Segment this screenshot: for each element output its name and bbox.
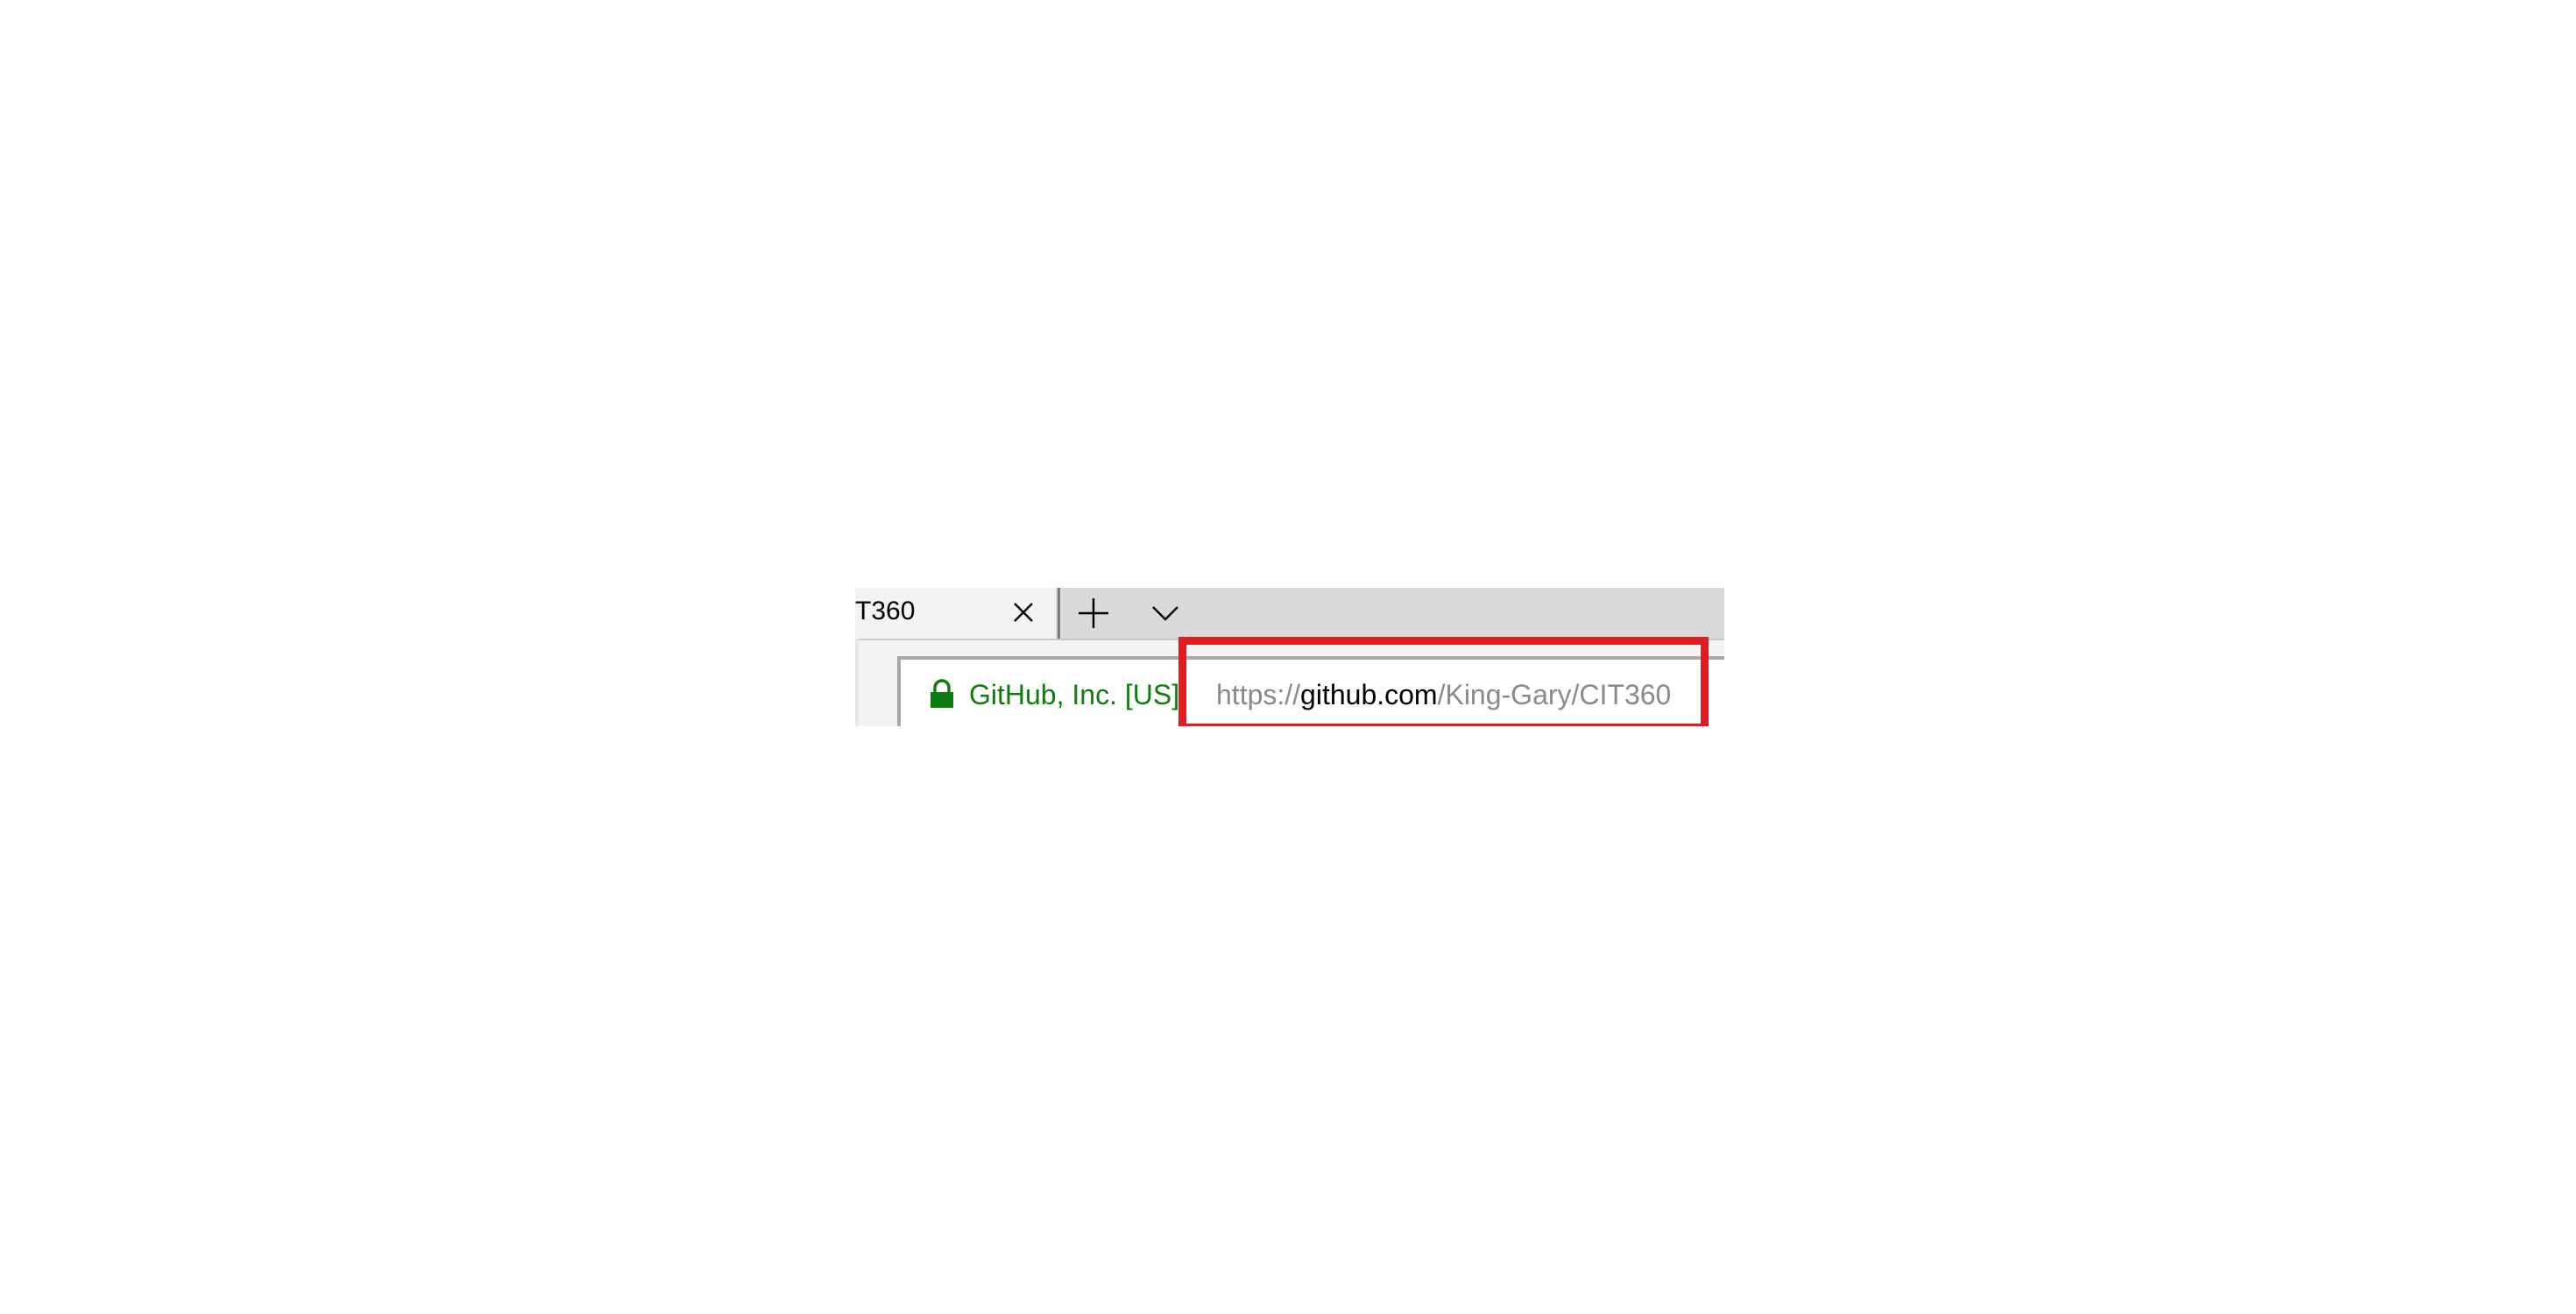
plus-icon[interactable] <box>1074 594 1113 632</box>
chevron-down-icon[interactable] <box>1148 597 1183 632</box>
url-scheme: https:// <box>1216 679 1301 710</box>
toolbar-edge <box>855 639 859 726</box>
url-text[interactable]: https://github.com/King-Gary/CIT360 <box>1216 677 1671 712</box>
close-icon[interactable] <box>1006 595 1041 630</box>
site-identity-label[interactable]: GitHub, Inc. [US] <box>969 677 1179 712</box>
url-host: github.com <box>1300 679 1438 710</box>
browser-window-crop: T360 GitHub, Inc. [US] https://github.co… <box>855 588 1724 726</box>
lock-icon[interactable] <box>927 679 957 709</box>
active-tab[interactable]: T360 <box>855 588 1056 639</box>
screenshot-canvas: T360 GitHub, Inc. [US] https://github.co… <box>0 0 2576 1314</box>
tab-divider <box>1058 588 1060 640</box>
url-path: /King-Gary/CIT360 <box>1437 679 1672 710</box>
tab-title: T360 <box>855 597 916 625</box>
